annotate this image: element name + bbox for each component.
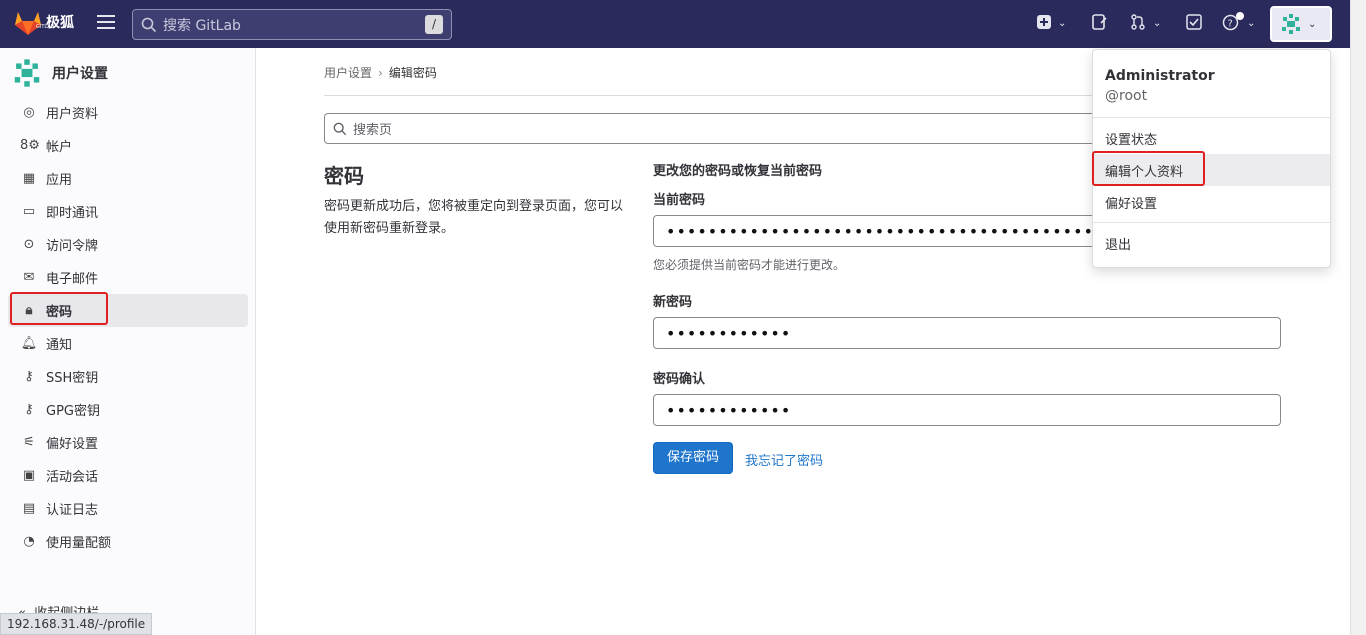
- highlight-box: [1092, 151, 1205, 186]
- menu-icon[interactable]: [97, 15, 115, 31]
- sidebar-item-label: 通知: [46, 338, 73, 353]
- divider: [1093, 222, 1330, 223]
- avatar: [14, 59, 40, 87]
- sidebar-item-label: 活动会话: [46, 470, 99, 485]
- sidebar-item-label: 使用量配额: [46, 536, 112, 551]
- bell-icon: 🔔︎: [20, 336, 38, 351]
- status-bar-url: 192.168.31.48/-/profile: [0, 613, 153, 635]
- sidebar-item-label: 认证日志: [46, 503, 99, 518]
- quota-icon: ◔: [23, 534, 35, 549]
- notification-dot: [1236, 12, 1244, 20]
- log-icon: ▤: [22, 501, 36, 516]
- svg-text:?: ?: [1228, 19, 1233, 30]
- sidebar-item-label: 应用: [46, 173, 73, 188]
- sidebar-item-label: GPG密钥: [46, 404, 100, 419]
- confirm-password-label: 密码确认: [653, 372, 706, 387]
- user-handle[interactable]: @root: [1105, 88, 1147, 104]
- sidebar-item-preferences[interactable]: ⚟ 偏好设置: [8, 426, 248, 459]
- user-menu-dropdown: Administrator @root 设置状态 编辑个人资料 偏好设置 退出: [1092, 49, 1331, 268]
- section-title: 密码: [324, 164, 364, 188]
- highlight-box: [10, 292, 108, 325]
- forgot-password-link[interactable]: 我忘记了密码: [745, 450, 823, 469]
- search-icon: [141, 17, 157, 32]
- sidebar-header[interactable]: 用户设置: [12, 58, 108, 88]
- set-status-item[interactable]: 设置状态: [1093, 122, 1330, 154]
- sidebar-item-emails[interactable]: ✉ 电子邮件: [8, 261, 248, 294]
- sidebar: 用户设置 ◎ 用户资料 8⚙ 帐户 ▦ 应用 ▭ 即时通讯 ⊙ 访问令牌 ✉ 电子邮件 🔒︎…: [0, 48, 256, 635]
- search-input[interactable]: 搜索 GitLab /: [132, 9, 452, 40]
- applications-icon: ▦: [22, 171, 36, 186]
- sidebar-item-label: 电子邮件: [46, 272, 99, 287]
- sidebar-item-profile[interactable]: ◎ 用户资料: [8, 96, 248, 129]
- chevron-right-icon: ›: [378, 66, 383, 80]
- sidebar-item-chat[interactable]: ▭ 即时通讯: [8, 195, 248, 228]
- todo-icon[interactable]: [1186, 14, 1202, 35]
- top-navbar: 极狐 GITLAB 搜索 GitLab / ⌄ ⌄ ? ⌄ ⌄: [0, 0, 1350, 48]
- sidebar-item-notifications[interactable]: 🔔︎ 通知: [8, 327, 248, 360]
- save-password-button[interactable]: 保存密码: [653, 442, 733, 474]
- page-search-placeholder: 搜索页: [353, 123, 393, 138]
- sidebar-menu: ◎ 用户资料 8⚙ 帐户 ▦ 应用 ▭ 即时通讯 ⊙ 访问令牌 ✉ 电子邮件 🔒︎ 密码 🔔︎…: [8, 96, 248, 558]
- breadcrumb-parent[interactable]: 用户设置: [324, 66, 372, 80]
- chevron-down-icon[interactable]: ⌄: [1247, 14, 1255, 34]
- user-avatar-button[interactable]: ⌄: [1270, 6, 1332, 42]
- confirm-password-field[interactable]: ••••••••••••: [653, 394, 1281, 426]
- sidebar-item-label: 即时通讯: [46, 206, 99, 221]
- sidebar-item-account[interactable]: 8⚙ 帐户: [8, 129, 248, 162]
- sidebar-item-usage-quotas[interactable]: ◔ 使用量配额: [8, 525, 248, 558]
- sidebar-title: 用户设置: [52, 66, 108, 82]
- current-password-label: 当前密码: [653, 193, 706, 208]
- search-shortcut-key: /: [425, 15, 443, 34]
- chevron-down-icon[interactable]: ⌄: [1058, 14, 1066, 34]
- key-icon: ⚷: [24, 402, 34, 417]
- new-password-field[interactable]: ••••••••••••: [653, 317, 1281, 349]
- sidebar-item-label: 偏好设置: [46, 437, 99, 452]
- form-title: 更改您的密码或恢复当前密码: [653, 164, 823, 179]
- mail-icon: ✉: [23, 270, 35, 285]
- sidebar-item-ssh-keys[interactable]: ⚷ SSH密钥: [8, 360, 248, 393]
- sidebar-item-gpg-keys[interactable]: ⚷ GPG密钥: [8, 393, 248, 426]
- breadcrumb: 用户设置 › 编辑密码: [324, 64, 437, 81]
- sidebar-item-tokens[interactable]: ⊙ 访问令牌: [8, 228, 248, 261]
- sidebar-item-applications[interactable]: ▦ 应用: [8, 162, 248, 195]
- avatar: [1282, 14, 1300, 34]
- issues-icon[interactable]: [1092, 14, 1107, 35]
- sidebar-item-sessions[interactable]: ▣ 活动会话: [8, 459, 248, 492]
- plus-icon[interactable]: [1037, 14, 1051, 34]
- search-placeholder: 搜索 GitLab: [163, 17, 241, 34]
- divider: [1093, 117, 1330, 118]
- sidebar-item-label: 用户资料: [46, 107, 99, 122]
- merge-request-icon[interactable]: [1130, 14, 1146, 35]
- breadcrumb-current[interactable]: 编辑密码: [389, 66, 437, 80]
- gitlab-logo[interactable]: 极狐: [14, 10, 74, 36]
- fox-logo-icon: [15, 12, 41, 35]
- preferences-icon: ⚟: [23, 435, 35, 450]
- chat-icon: ▭: [22, 204, 36, 219]
- sidebar-item-label: SSH密钥: [46, 371, 99, 386]
- chevron-down-icon: ⌄: [1308, 18, 1317, 30]
- scrollbar[interactable]: [1350, 0, 1366, 635]
- key-icon: ⚷: [24, 369, 34, 384]
- new-password-label: 新密码: [653, 295, 693, 310]
- profile-icon: ◎: [23, 105, 35, 120]
- preferences-item[interactable]: 偏好设置: [1093, 186, 1330, 218]
- token-icon: ⊙: [23, 237, 35, 252]
- sign-out-item[interactable]: 退出: [1093, 227, 1330, 259]
- search-icon: [333, 122, 347, 135]
- chevron-down-icon[interactable]: ⌄: [1153, 14, 1161, 34]
- sessions-icon: ▣: [22, 468, 36, 483]
- current-password-help: 您必须提供当前密码才能进行更改。: [653, 258, 846, 272]
- account-icon: 8⚙: [20, 138, 40, 153]
- sidebar-item-label: 访问令牌: [46, 239, 99, 254]
- sidebar-item-label: 帐户: [46, 140, 73, 155]
- brand-sub: GITLAB: [36, 24, 55, 30]
- sidebar-item-auth-log[interactable]: ▤ 认证日志: [8, 492, 248, 525]
- user-name[interactable]: Administrator: [1105, 68, 1215, 84]
- section-description: 密码更新成功后，您将被重定向到登录页面，您可以使用新密码重新登录。: [324, 199, 624, 236]
